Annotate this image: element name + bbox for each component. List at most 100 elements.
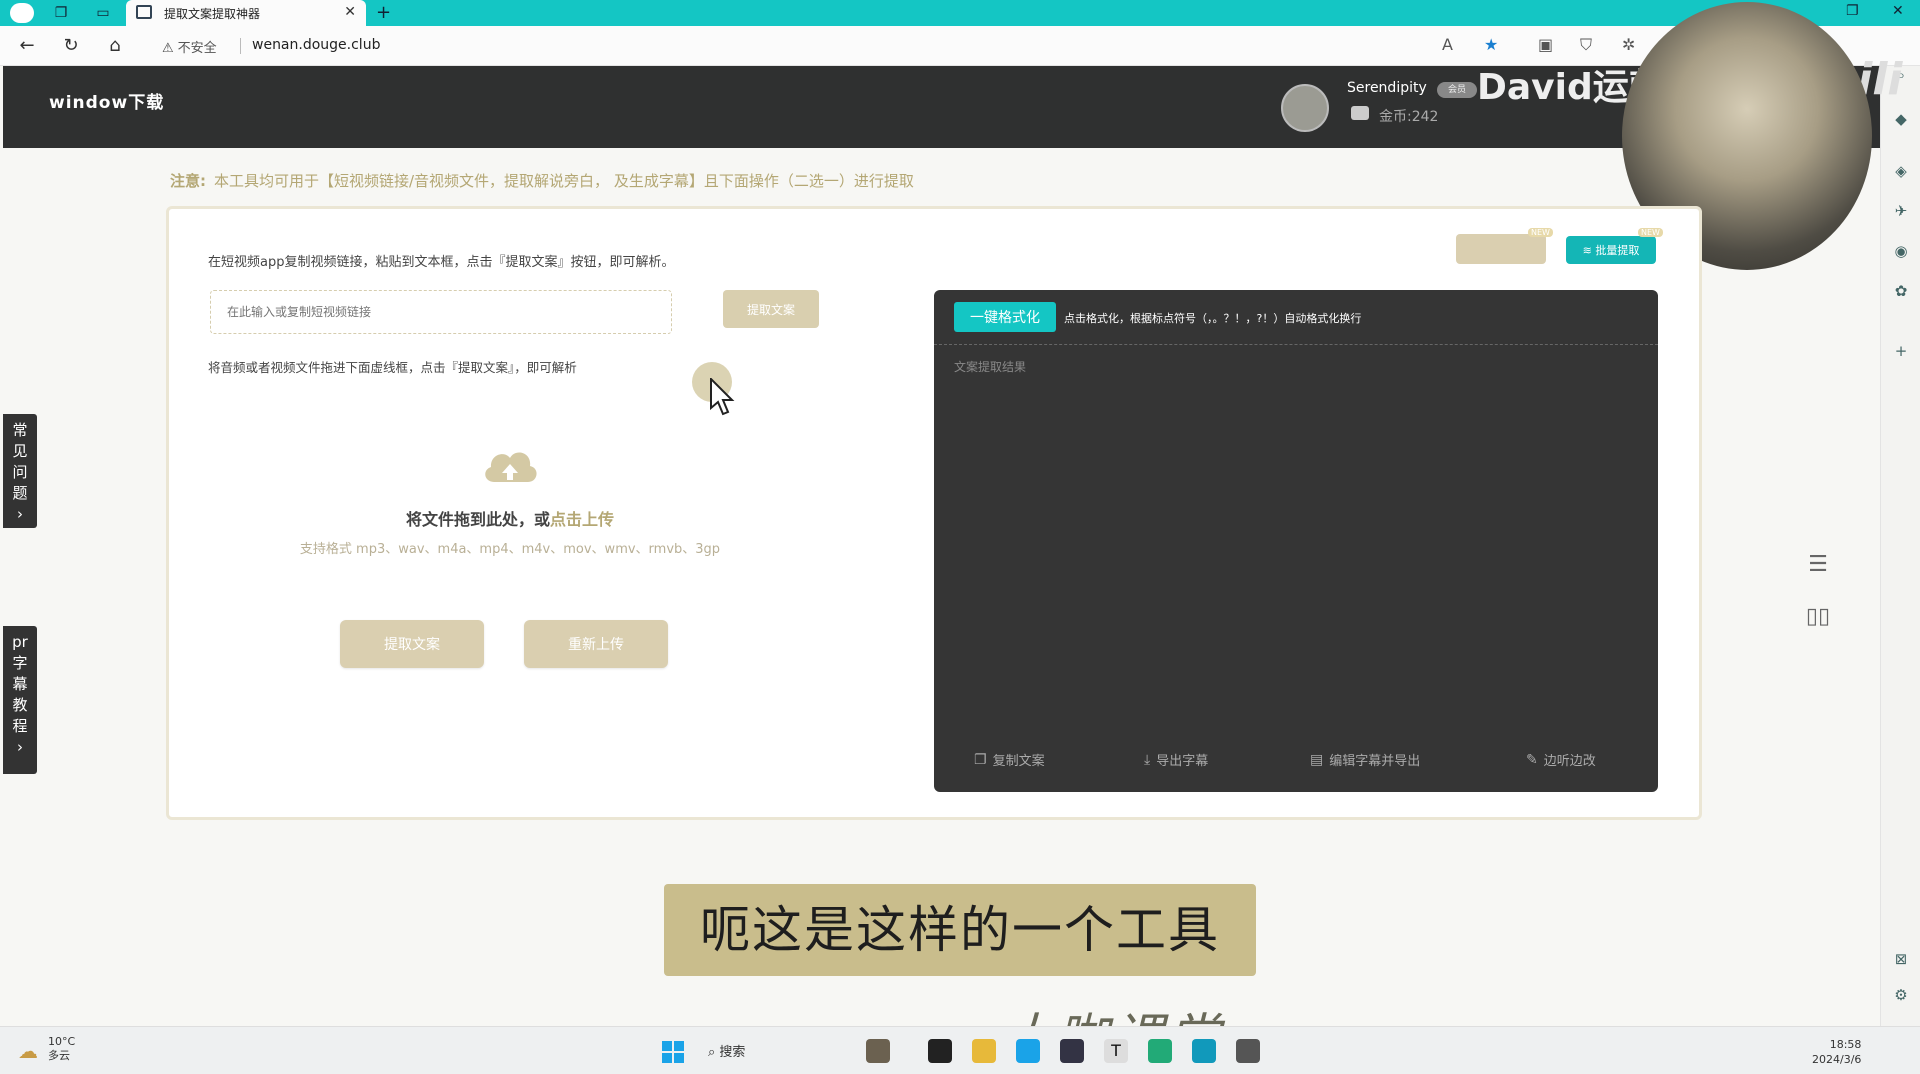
site-header: window下载 Serendipity 会员 金币:242 David运营课堂… — [3, 54, 1902, 148]
clock-date: 2024/3/6 — [1812, 1053, 1862, 1066]
address-separator — [240, 38, 241, 54]
video-link-input[interactable] — [210, 290, 672, 334]
faq-side-tab[interactable]: 常见问题 › — [3, 414, 37, 528]
browser-profile-icon[interactable] — [10, 3, 34, 23]
export-subtitles-button[interactable]: ⤓ 导出字幕 — [1144, 750, 1209, 770]
taskbar-app-icon[interactable] — [1148, 1039, 1172, 1063]
sidebar-outlook-icon[interactable]: ✈ — [1891, 202, 1911, 222]
faq-label: 常见问题 — [12, 421, 28, 502]
click-upload-link[interactable]: 点击上传 — [550, 510, 614, 529]
security-label: 不安全 — [177, 41, 217, 56]
book-icon[interactable]: ▯▯ — [1802, 604, 1834, 636]
new-tag: NEW — [1638, 228, 1663, 237]
reupload-button[interactable]: 重新上传 — [524, 620, 668, 668]
weather-widget[interactable]: 10°C 多云 — [48, 1035, 75, 1063]
pr-tutorial-side-tab[interactable]: pr字幕教程 › — [3, 626, 37, 774]
notice-line: 注意: 本工具均可用于【短视频链接/音视频文件，提取解说旁白， 及生成字幕】且下面… — [170, 170, 914, 191]
result-actions: ❐ 复制文案 ⤓ 导出字幕 ▤ 编辑字幕并导出 ✎ 边听边改 — [934, 750, 1658, 780]
export-subtitles-label: 导出字幕 — [1156, 754, 1209, 769]
refresh-icon[interactable]: ↻ — [60, 35, 82, 57]
taskbar-app-icon[interactable] — [866, 1039, 890, 1063]
result-panel: 一键格式化 点击格式化，根据标点符号（，。？！，?！）自动格式化换行 文案提取结… — [934, 290, 1658, 792]
taskbar-app-icon[interactable] — [1192, 1039, 1216, 1063]
workspaces-icon[interactable]: ❐ — [52, 4, 70, 22]
coin-icon — [1351, 106, 1369, 120]
system-clock[interactable]: 18:58 2024/3/6 — [1812, 1037, 1861, 1067]
pr-tutorial-label: pr字幕教程 — [12, 633, 28, 735]
sidebar-settings-icon[interactable]: ⚙ — [1891, 986, 1911, 1006]
edit-export-button[interactable]: ▤ 编辑字幕并导出 — [1310, 750, 1420, 770]
edge-browser-icon[interactable] — [1016, 1039, 1040, 1063]
format-button[interactable]: 一键格式化 — [954, 302, 1056, 332]
restore-window-icon[interactable]: ❐ — [1846, 3, 1859, 19]
warning-icon: ⚠ — [162, 41, 174, 56]
upload-cloud-icon — [485, 452, 537, 482]
sidebar-tools-icon[interactable]: ✿ — [1891, 282, 1911, 302]
notice-lead: 注意: — [170, 172, 206, 190]
security-indicator[interactable]: ⚠ 不安全 — [162, 37, 217, 56]
chevron-right-icon: › — [17, 505, 23, 523]
video-subtitle: 呃这是这样的一个工具 — [664, 884, 1256, 976]
format-description: 点击格式化，根据标点符号（，。？！，?！）自动格式化换行 — [1064, 312, 1362, 325]
read-aloud-icon[interactable]: A — [1442, 35, 1453, 54]
back-icon[interactable]: ← — [16, 35, 38, 57]
chevron-right-icon: › — [17, 738, 23, 756]
username[interactable]: Serendipity — [1347, 80, 1427, 96]
sidebar-add-icon[interactable]: + — [1891, 342, 1911, 362]
coin-balance[interactable]: 金币:242 — [1379, 106, 1438, 126]
favorite-star-icon[interactable]: ★ — [1484, 35, 1498, 54]
taskbar-search-label: 搜索 — [719, 1045, 746, 1060]
listen-edit-button[interactable]: ✎ 边听边改 — [1526, 750, 1596, 770]
extract-file-button[interactable]: 提取文案 — [340, 620, 484, 668]
folder-icon[interactable] — [972, 1039, 996, 1063]
tab-close-icon[interactable]: ✕ — [344, 4, 356, 20]
new-tag: NEW — [1528, 228, 1553, 237]
result-textarea[interactable]: 文案提取结果 — [954, 358, 1026, 375]
taskbar-app-icon[interactable] — [928, 1039, 952, 1063]
vip-badge: 会员 — [1437, 82, 1477, 98]
taskbar-app-icon[interactable] — [1060, 1039, 1084, 1063]
file-drop-zone[interactable]: 将文件拖到此处，或点击上传 支持格式 mp3、wav、m4a、mp4、m4v、m… — [250, 420, 770, 570]
close-window-icon[interactable]: ✕ — [1892, 3, 1904, 19]
sidebar-screenshot-icon[interactable]: ⊠ — [1891, 950, 1911, 970]
extract-link-button[interactable]: 提取文案 — [723, 290, 819, 328]
sidebar-shopping-icon[interactable]: ◈ — [1891, 162, 1911, 182]
puzzle-icon[interactable]: ✲ — [1622, 35, 1635, 54]
sidebar-games-icon[interactable]: ◉ — [1891, 242, 1911, 262]
drop-text-label: 将文件拖到此处，或 — [405, 510, 550, 529]
weather-cloud-icon[interactable]: ☁ — [18, 1039, 38, 1063]
taskbar-search[interactable]: ⌕ 搜索 — [708, 1041, 745, 1060]
weather-condition: 多云 — [48, 1049, 70, 1062]
typora-icon[interactable]: T — [1104, 1039, 1128, 1063]
edit-icon: ▤ — [1310, 751, 1324, 768]
tab-title: 提取文案提取神器 — [164, 7, 261, 21]
taskbar-app-icon[interactable] — [1236, 1039, 1260, 1063]
avatar[interactable] — [1281, 84, 1329, 132]
batch-extract-button[interactable]: ≋ 批量提取 — [1566, 236, 1656, 264]
start-button-icon[interactable] — [662, 1041, 684, 1063]
batch-extract-label: 批量提取 — [1595, 244, 1640, 257]
home-icon[interactable]: ⌂ — [104, 35, 126, 57]
copy-icon: ❐ — [974, 751, 987, 768]
extension-icon[interactable]: ▣ — [1538, 35, 1553, 54]
copy-text-button[interactable]: ❐ 复制文案 — [974, 750, 1045, 770]
result-divider — [934, 344, 1658, 345]
new-tab-icon[interactable]: + — [376, 2, 391, 23]
layers-icon: ≋ — [1582, 244, 1596, 257]
browser-tab-strip: ❐ ▭ 提取文案提取神器 ✕ + ❐ ✕ — [0, 0, 1920, 26]
drop-text: 将文件拖到此处，或点击上传 — [250, 506, 770, 530]
pencil-icon: ✎ — [1526, 751, 1538, 768]
temperature: 10°C — [48, 1035, 76, 1048]
tab-actions-icon[interactable]: ▭ — [94, 4, 112, 22]
upload-hint: 将音频或者视频文件拖进下面虚线框，点击『提取文案』，即可解析 — [208, 360, 577, 375]
sidebar-app-icon[interactable]: ◆ — [1891, 110, 1911, 130]
search-icon: ⌕ — [708, 1045, 720, 1060]
mouse-cursor-icon — [710, 378, 735, 416]
tab-active[interactable]: 提取文案提取神器 ✕ — [126, 0, 366, 26]
url-field[interactable]: wenan.dougе.club — [252, 37, 380, 53]
site-logo[interactable]: window下载 — [49, 88, 164, 113]
top-left-tan-button[interactable] — [1456, 234, 1546, 264]
coins-stack-icon[interactable]: ☰ — [1802, 552, 1834, 584]
shield-icon[interactable]: ⛉ — [1580, 35, 1592, 55]
tab-favicon-icon — [136, 5, 152, 19]
